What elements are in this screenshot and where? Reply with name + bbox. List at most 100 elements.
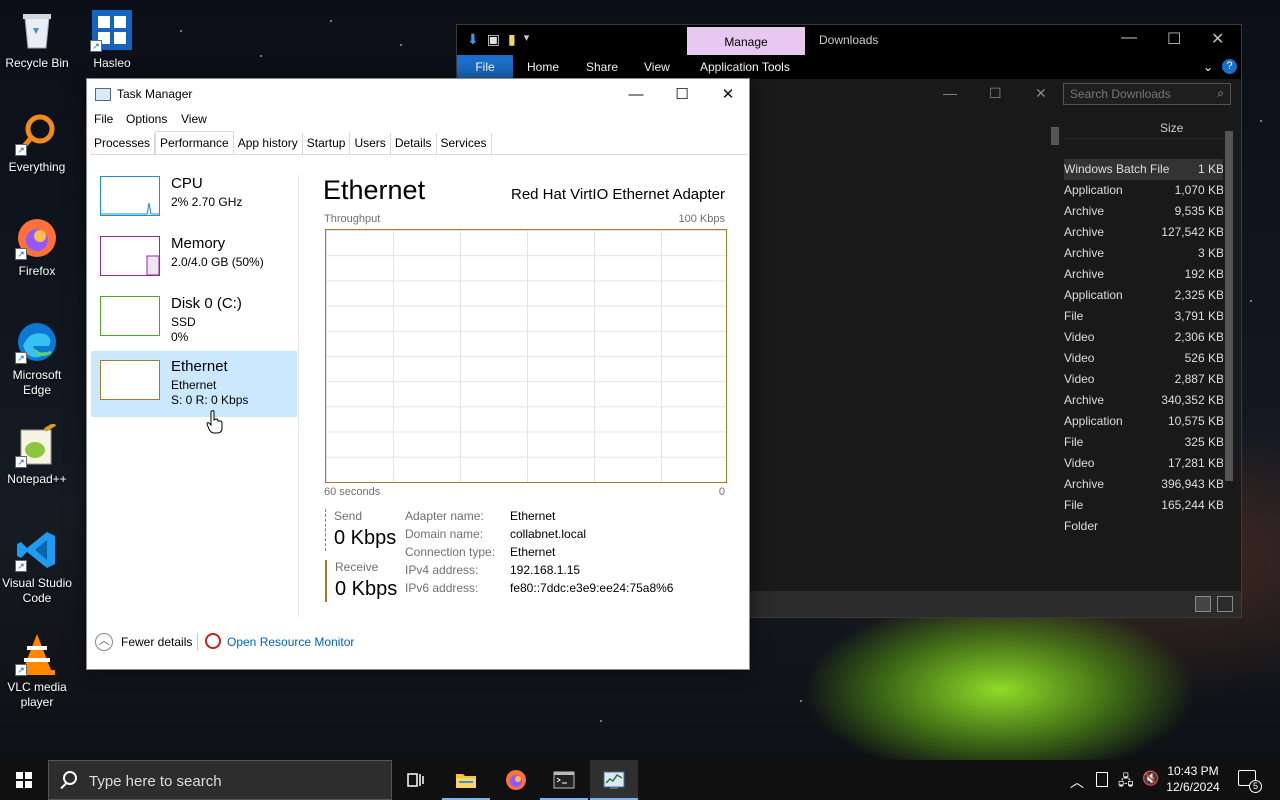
hasleo-icon: ↗	[90, 8, 134, 52]
close-icon[interactable]: ✕	[705, 83, 751, 107]
network-icon[interactable]: 🖧	[1118, 770, 1134, 800]
tab-startup[interactable]: Startup	[303, 133, 351, 155]
desktop-icon-vlc[interactable]: ↗ VLC media player	[0, 632, 74, 710]
open-resource-monitor-link[interactable]: Open Resource Monitor	[227, 635, 354, 649]
resource-ethernet[interactable]: Ethernet Ethernet S: 0 R: 0 Kbps	[91, 351, 297, 417]
scrollbar-thumb[interactable]	[1225, 131, 1233, 481]
list-item[interactable]: Application 1,070 KB	[1064, 180, 1224, 201]
explorer-search-input[interactable]: Search Downloads ⌕	[1063, 83, 1231, 105]
task-manager-title-bar[interactable]: Task Manager — ☐ ✕	[87, 79, 749, 109]
ribbon-tab-file[interactable]: File	[457, 55, 513, 79]
resource-disk[interactable]: Disk 0 (C:) SSD 0%	[91, 291, 297, 351]
close-icon[interactable]: ✕	[1035, 85, 1047, 102]
desktop-icon-microsoft-edge[interactable]: ↗ Microsoft Edge	[0, 320, 74, 398]
desktop-icon-notepad-plus-plus[interactable]: ↗ Notepad++	[0, 422, 74, 487]
taskbar-search-box[interactable]	[48, 760, 392, 800]
file-size: 192 KB	[1184, 267, 1224, 281]
new-folder-icon[interactable]: ▮	[508, 31, 516, 48]
tab-performance[interactable]: Performance	[155, 131, 234, 154]
explorer-title-bar[interactable]: ⬇ ▣ ▮ ▾ Manage Downloads — ☐ ✕	[457, 25, 1241, 55]
list-item[interactable]: Video 17,281 KB	[1064, 453, 1224, 474]
down-arrow-icon[interactable]: ⬇	[467, 31, 479, 48]
minimize-icon[interactable]: —	[613, 83, 659, 107]
maximize-icon[interactable]: ☐	[1167, 29, 1181, 49]
desktop-icon-recycle-bin[interactable]: Recycle Bin	[0, 8, 74, 71]
terminal-icon	[553, 771, 575, 789]
list-item[interactable]: Archive 9,535 KB	[1064, 201, 1224, 222]
tab-users[interactable]: Users	[350, 133, 391, 155]
list-item[interactable]: Video 2,306 KB	[1064, 327, 1224, 348]
list-item[interactable]: Application 2,325 KB	[1064, 285, 1224, 306]
shortcut-arrow-icon: ↗	[15, 560, 27, 572]
scrollbar[interactable]	[1223, 125, 1235, 575]
maximize-icon[interactable]: ☐	[989, 85, 1002, 102]
menu-bar: File Options View	[87, 109, 749, 131]
fewer-details-button[interactable]: Fewer details	[121, 635, 192, 649]
close-icon[interactable]: ✕	[1211, 29, 1224, 49]
ribbon-tab-view[interactable]: View	[644, 60, 670, 74]
taskbar-terminal[interactable]	[540, 760, 588, 800]
desktop-icon-hasleo[interactable]: ↗ Hasleo	[75, 8, 149, 71]
resource-cpu[interactable]: CPU 2% 2.70 GHz	[91, 171, 297, 231]
tab-details[interactable]: Details	[391, 133, 437, 155]
taskbar-search-input[interactable]	[89, 770, 379, 792]
menu-options[interactable]: Options	[126, 112, 167, 126]
chevron-up-icon[interactable]: ︿	[95, 633, 113, 651]
ribbon-tab-home[interactable]: Home	[527, 60, 559, 74]
list-item[interactable]: Windows Batch File 1 KB	[1064, 159, 1224, 180]
menu-file[interactable]: File	[94, 112, 113, 126]
properties-icon[interactable]: ▣	[487, 31, 500, 48]
customize-toolbar-icon[interactable]: ▾	[524, 31, 530, 48]
list-item[interactable]: File 3,791 KB	[1064, 306, 1224, 327]
list-item[interactable]: Archive 396,943 KB	[1064, 474, 1224, 495]
desktop-icon-firefox[interactable]: ↗ Firefox	[0, 216, 74, 279]
task-manager-window[interactable]: Task Manager — ☐ ✕ File Options View Pro…	[86, 78, 750, 670]
manage-context-tab[interactable]: Manage	[687, 27, 805, 55]
system-clock[interactable]: 10:43 PM 12/6/2024	[1162, 763, 1224, 795]
resource-memory[interactable]: Memory 2.0/4.0 GB (50%)	[91, 231, 297, 291]
volume-muted-icon[interactable]: 🔇	[1142, 770, 1159, 800]
help-icon[interactable]: ?	[1222, 59, 1237, 74]
details-view-icon[interactable]	[1195, 596, 1211, 612]
large-icons-view-icon[interactable]	[1217, 596, 1233, 612]
pane-divider[interactable]	[298, 175, 299, 617]
receive-value: 0 Kbps	[335, 578, 398, 600]
file-type: Application	[1064, 288, 1123, 302]
menu-view[interactable]: View	[181, 112, 207, 126]
list-item[interactable]: File 325 KB	[1064, 432, 1224, 453]
column-header-size[interactable]: Size	[1064, 115, 1224, 139]
list-item[interactable]: Video 526 KB	[1064, 348, 1224, 369]
ribbon-tab-share[interactable]: Share	[586, 60, 618, 74]
desktop-icon-label: Microsoft Edge	[12, 368, 62, 397]
tab-processes[interactable]: Processes	[90, 133, 156, 155]
taskbar-task-manager[interactable]	[590, 760, 638, 800]
chevron-up-icon[interactable]: ︿	[1070, 772, 1084, 800]
list-item[interactable]: Archive 192 KB	[1064, 264, 1224, 285]
desktop-icon-vscode[interactable]: ↗ Visual Studio Code	[0, 528, 74, 606]
list-item[interactable]: Archive 127,542 KB	[1064, 222, 1224, 243]
minimize-icon[interactable]: —	[943, 85, 957, 101]
minimize-icon[interactable]: —	[1121, 29, 1137, 47]
maximize-icon[interactable]: ☐	[659, 83, 705, 107]
list-item[interactable]: Archive 340,352 KB	[1064, 390, 1224, 411]
list-item[interactable]: File 165,244 KB	[1064, 495, 1224, 516]
taskbar-file-explorer[interactable]	[442, 760, 490, 800]
chevron-down-icon[interactable]: ⌄	[1203, 60, 1213, 74]
tablet-icon[interactable]	[1096, 772, 1108, 787]
list-item[interactable]: Video 2,887 KB	[1064, 369, 1224, 390]
list-item[interactable]: Archive 3 KB	[1064, 243, 1224, 264]
vlc-icon: ↗	[15, 632, 59, 676]
ribbon-tab-application-tools[interactable]: Application Tools	[700, 60, 790, 74]
task-view-button[interactable]	[392, 760, 440, 800]
scrollbar-thumb[interactable]	[1051, 127, 1059, 145]
tab-app-history[interactable]: App history	[234, 133, 303, 155]
list-item[interactable]: Application 10,575 KB	[1064, 411, 1224, 432]
list-item[interactable]: Folder	[1064, 516, 1224, 537]
scrollbar[interactable]	[1049, 125, 1061, 585]
info-value: collabnet.local	[510, 527, 587, 541]
taskbar-firefox[interactable]	[492, 760, 540, 800]
desktop-icon-everything[interactable]: ↗ Everything	[0, 112, 74, 175]
start-button[interactable]	[0, 760, 48, 800]
desktop-icon-label: Firefox	[18, 264, 56, 278]
tab-services[interactable]: Services	[437, 133, 492, 155]
